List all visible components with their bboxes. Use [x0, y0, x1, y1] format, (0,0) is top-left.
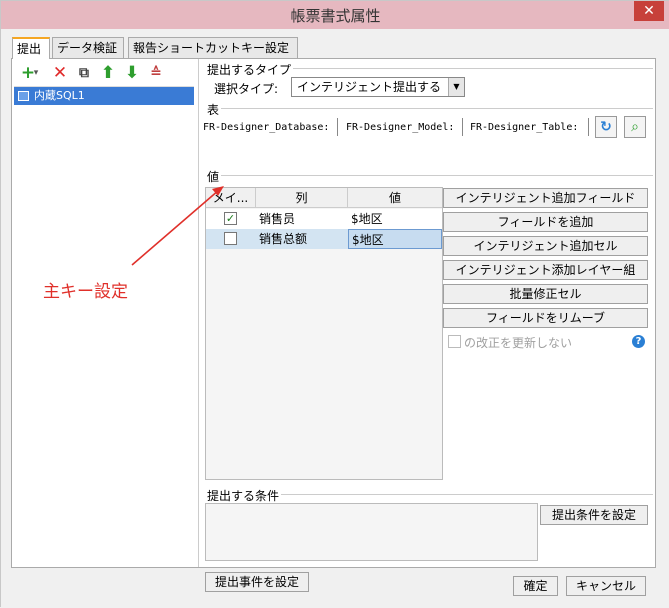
refresh-icon[interactable]: ↻ [595, 116, 617, 138]
add-dropdown-icon[interactable]: ▾ [32, 63, 40, 83]
row-column-cell[interactable]: 销售总额 [256, 229, 348, 249]
row-column-cell[interactable]: 销售员 [256, 209, 348, 229]
primary-key-annotation: 主キー設定 [43, 282, 128, 302]
cancel-button[interactable]: キャンセル [566, 576, 646, 596]
move-down-icon[interactable]: ⬇ [122, 63, 142, 83]
column-header-value[interactable]: 値 [348, 188, 442, 208]
close-button[interactable]: ✕ [634, 1, 664, 21]
conditions-area[interactable] [205, 503, 538, 561]
dialog-window: 帳票書式属性 ✕ 提出 データ検証 報告ショートカットキー設定 + ▾ ✕ ⧉ … [0, 0, 669, 608]
tab-data-validation[interactable]: データ検証 [52, 37, 124, 58]
no-update-label: の改正を更新しない [464, 336, 573, 350]
field-mapping-grid: メイ... 列 値 ✓ 销售员 $地区 销售总额 $地区 [205, 187, 443, 480]
table-section-label: 表 [207, 101, 222, 118]
preview-icon[interactable]: ⌕ [624, 116, 646, 138]
tab-submit[interactable]: 提出 [12, 37, 50, 59]
submit-tab-panel: + ▾ ✕ ⧉ ⬆ ⬇ ≙ 内蔵SQL1 提出するタイプ 選択タイプ: インテリ… [11, 58, 656, 592]
table-separator [588, 118, 589, 136]
column-header-key[interactable]: メイ... [206, 188, 256, 208]
tab-shortcut-settings[interactable]: 報告ショートカットキー設定 [128, 37, 298, 58]
title-bar[interactable]: 帳票書式属性 ✕ [1, 1, 669, 29]
remove-field-button[interactable]: フィールドをリムーブ [443, 308, 648, 328]
conditions-section-label: 提出する条件 [207, 487, 282, 504]
table-divider [208, 108, 653, 109]
submit-type-select[interactable]: インテリジェント提出する ▼ [291, 77, 465, 97]
datasource-tree: 内蔵SQL1 [14, 86, 194, 566]
value-section-label: 値 [207, 168, 222, 185]
row-value-cell[interactable]: $地区 [348, 229, 442, 249]
submit-type-value: インテリジェント提出する [297, 80, 442, 94]
add-field-button[interactable]: フィールドを追加 [443, 212, 648, 232]
window-title: 帳票書式属性 [290, 7, 381, 25]
database-name: FR-Designer_Database: [203, 122, 330, 133]
delete-icon[interactable]: ✕ [50, 63, 70, 83]
submit-type-field-label: 選択タイプ: [214, 80, 281, 97]
primary-key-checkbox[interactable] [224, 232, 237, 245]
table-row[interactable]: ✓ 销售员 $地区 [206, 209, 442, 229]
dialog-client: 提出 データ検証 報告ショートカットキー設定 + ▾ ✕ ⧉ ⬆ ⬇ ≙ 内蔵S… [1, 29, 669, 608]
no-update-checkbox[interactable] [448, 335, 461, 348]
column-header-column[interactable]: 列 [256, 188, 348, 208]
help-icon[interactable]: ? [632, 335, 645, 348]
ok-button[interactable]: 確定 [513, 576, 558, 596]
smart-add-layer-group-button[interactable]: インテリジェント添加レイヤー組 [443, 260, 648, 280]
smart-add-field-button[interactable]: インテリジェント追加フィールド [443, 188, 648, 208]
chevron-down-icon[interactable]: ▼ [448, 78, 464, 96]
batch-edit-cells-button[interactable]: 批量修正セル [443, 284, 648, 304]
database-separator [337, 118, 338, 136]
table-row[interactable]: 销售总额 $地区 [206, 229, 442, 249]
submit-type-section-label: 提出するタイプ [207, 61, 294, 78]
grid-header: メイ... 列 値 [206, 188, 442, 208]
set-conditions-button[interactable]: 提出条件を設定 [540, 505, 648, 525]
tree-item-sql1[interactable]: 内蔵SQL1 [14, 87, 194, 105]
row-value-cell[interactable]: $地区 [348, 209, 442, 229]
primary-key-checkbox[interactable]: ✓ [224, 212, 237, 225]
pane-splitter[interactable] [198, 59, 202, 567]
value-divider [208, 175, 653, 176]
copy-icon[interactable]: ⧉ [74, 63, 94, 83]
tree-item-label: 内蔵SQL1 [34, 89, 85, 102]
move-up-icon[interactable]: ⬆ [98, 63, 118, 83]
model-separator [462, 118, 463, 136]
database-icon [18, 91, 29, 101]
smart-add-cell-button[interactable]: インテリジェント追加セル [443, 236, 648, 256]
set-submit-event-button[interactable]: 提出事件を設定 [205, 572, 309, 592]
model-name: FR-Designer_Model: [346, 122, 455, 133]
table-name: FR-Designer_Table: [470, 122, 579, 133]
sort-icon[interactable]: ≙ [146, 63, 166, 83]
